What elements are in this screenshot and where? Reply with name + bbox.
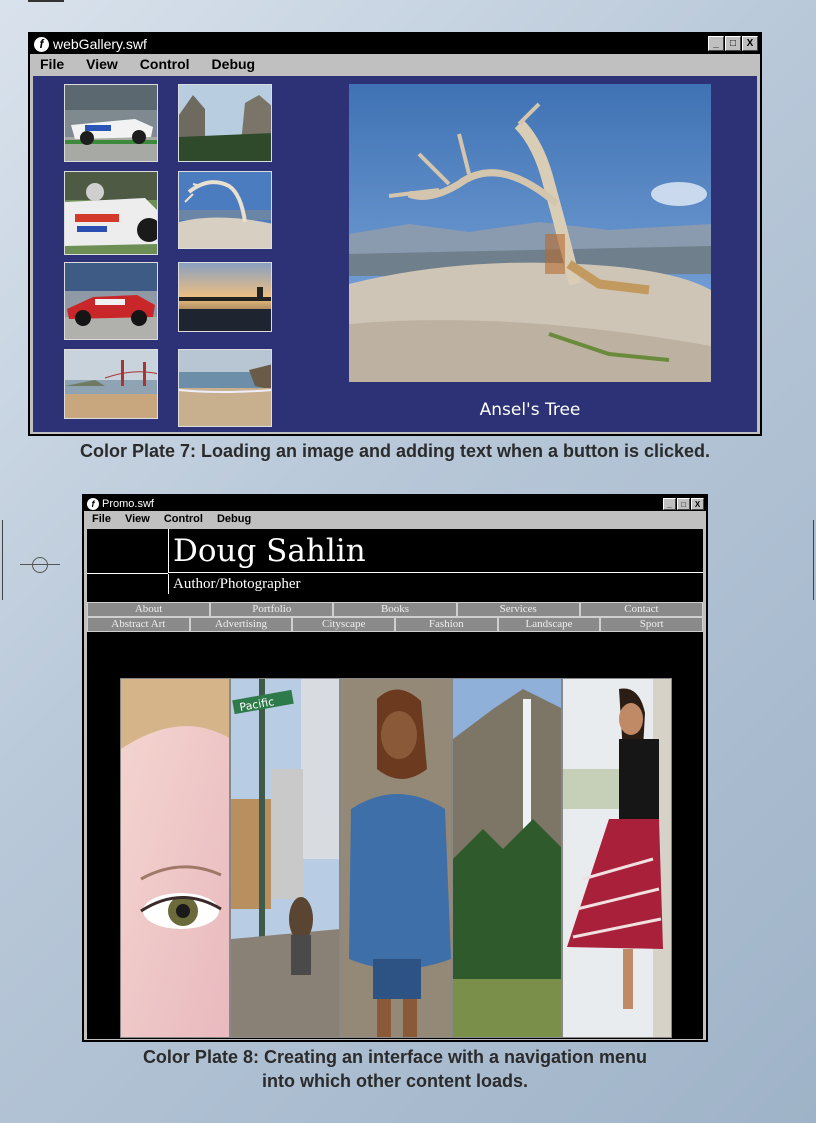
header-divider (87, 573, 168, 574)
menu-bar: File View Control Debug (30, 54, 760, 74)
menu-debug[interactable]: Debug (217, 513, 251, 525)
gallery-stage: Ansel's Tree (33, 76, 757, 432)
crop-mark-top (28, 0, 64, 2)
nav-advertising[interactable]: Advertising (189, 617, 293, 632)
nav-abstract-art[interactable]: Abstract Art (87, 617, 190, 632)
promo-window: f Promo.swf _ □ X File View Control Debu… (82, 494, 708, 1042)
nav-portfolio[interactable]: Portfolio (210, 602, 334, 617)
close-button[interactable]: X (691, 498, 704, 510)
menu-bar: File View Control Debug (84, 511, 706, 527)
thumbnail-sunset-lake[interactable] (178, 262, 272, 332)
thumbnail-race-car-2[interactable] (64, 171, 158, 255)
webgallery-window: f webGallery.swf _ □ X File View Control… (28, 32, 762, 436)
crop-mark-left (2, 520, 3, 600)
menu-control[interactable]: Control (140, 56, 190, 72)
menu-file[interactable]: File (92, 513, 111, 525)
site-subtitle: Author/Photographer (168, 574, 703, 594)
plate8-caption-line2: into which other content loads. (261, 1071, 528, 1091)
nav-cityscape[interactable]: Cityscape (292, 617, 396, 632)
title-bar[interactable]: f Promo.swf _ □ X (84, 496, 706, 511)
plate7-caption: Color Plate 7: Loading an image and addi… (79, 441, 711, 461)
menu-debug[interactable]: Debug (212, 56, 256, 72)
menu-control[interactable]: Control (164, 513, 203, 525)
site-name: Doug Sahlin (168, 529, 703, 573)
menu-view[interactable]: View (86, 56, 118, 72)
photo-strip-eye (120, 678, 230, 1038)
maximize-button[interactable]: □ (725, 36, 741, 51)
title-bar[interactable]: f webGallery.swf _ □ X (30, 34, 760, 54)
nav-landscape[interactable]: Landscape (497, 617, 601, 632)
maximize-button[interactable]: □ (677, 498, 690, 510)
nav-sport[interactable]: Sport (600, 617, 704, 632)
thumbnail-yosemite-valley[interactable] (178, 84, 272, 162)
promo-stage: Doug Sahlin Author/Photographer About Po… (87, 529, 704, 1039)
image-caption: Ansel's Tree (479, 400, 581, 420)
thumbnail-golden-gate[interactable] (64, 349, 158, 419)
crop-mark-right (813, 520, 814, 600)
thumbnail-beach[interactable] (178, 349, 272, 427)
thumbnail-tree-on-rock[interactable] (178, 171, 272, 249)
photo-strip-model-blue (340, 678, 452, 1038)
flash-icon: f (87, 497, 99, 510)
window-title: webGallery.swf (53, 36, 147, 52)
photo-strip-city: Pacific (230, 678, 340, 1038)
nav-about[interactable]: About (87, 602, 211, 617)
window-title: Promo.swf (102, 497, 154, 510)
nav-services[interactable]: Services (456, 602, 580, 617)
flash-icon: f (34, 36, 49, 52)
photo-strip-model-skirt (562, 678, 672, 1038)
menu-file[interactable]: File (40, 56, 64, 72)
nav-contact[interactable]: Contact (579, 602, 704, 617)
nav-fashion[interactable]: Fashion (395, 617, 498, 632)
menu-view[interactable]: View (125, 513, 150, 525)
main-image-tree (349, 84, 711, 382)
nav-row-portfolio: Abstract Art Advertising Cityscape Fashi… (87, 617, 704, 632)
nav-row-main: About Portfolio Books Services Contact (87, 602, 704, 617)
nav-books[interactable]: Books (333, 602, 457, 617)
photo-strip-waterfall (452, 678, 562, 1038)
minimize-button[interactable]: _ (663, 498, 676, 510)
minimize-button[interactable]: _ (708, 36, 724, 51)
close-button[interactable]: X (742, 36, 758, 51)
thumbnail-race-car-1[interactable] (64, 84, 158, 162)
plate8-caption-line1: Color Plate 8: Creating an interface wit… (142, 1047, 648, 1067)
registration-mark (20, 555, 60, 575)
thumbnail-race-car-3[interactable] (64, 262, 158, 340)
